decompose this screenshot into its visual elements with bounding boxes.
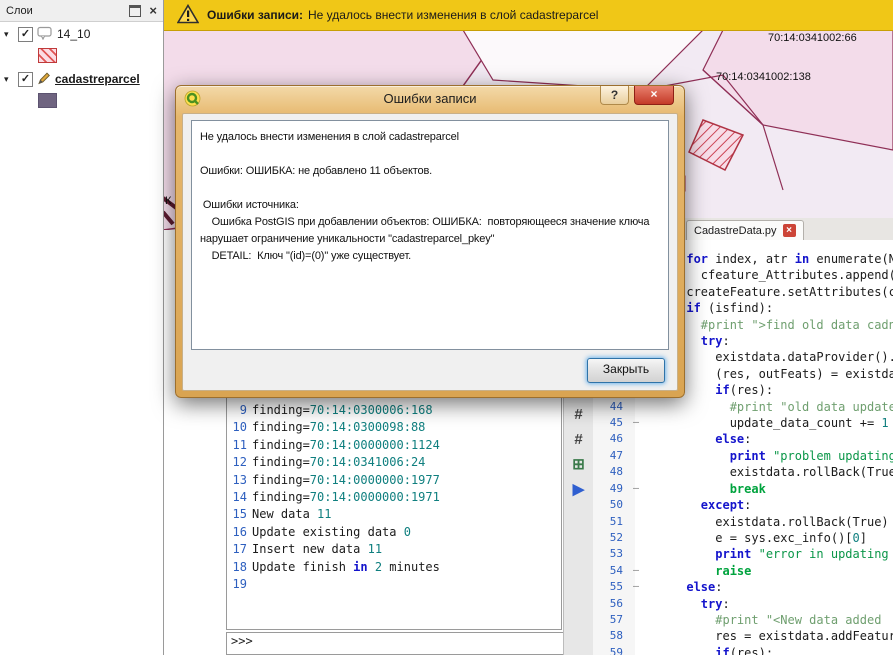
code-line: 48 existdata.rollBack(True) — [593, 464, 893, 480]
console-line: 13finding=70:14:0000000:1977 — [227, 472, 561, 489]
dialog-message: Не удалось внести изменения в слой cadas… — [191, 120, 669, 350]
message-bar-title: Ошибки записи: — [207, 8, 303, 22]
layers-panel-header: Слои × — [0, 0, 163, 22]
layers-panel-title: Слои — [6, 5, 129, 17]
console-line: 11finding=70:14:0000000:1124 — [227, 437, 561, 454]
code-line: 52 e = sys.exc_info()[0] — [593, 530, 893, 546]
uncomment-code-icon[interactable]: # — [568, 428, 590, 450]
layer-checkbox[interactable]: ✓ — [18, 72, 33, 87]
comment-code-icon[interactable]: # — [568, 403, 590, 425]
layer-item-cadastreparcel[interactable]: ▾ ✓ cadastreparcel — [0, 67, 163, 91]
annotation-layer-icon — [37, 26, 53, 43]
error-dialog: Ошибки записи ? × Не удалось внести изме… — [175, 85, 685, 398]
console-line: 18Update finish in 2 minutes — [227, 559, 561, 576]
editor-toolbar-icons: # # ⊞ ▶ — [564, 403, 593, 500]
tab-cadastredata-py[interactable]: CadastreData.py × — [686, 220, 804, 240]
map-label-parcel-66: 70:14:0341002:66 — [768, 32, 857, 44]
console-line: 15New data 11 — [227, 506, 561, 523]
close-button[interactable]: Закрыть — [587, 358, 665, 383]
undock-panel-icon[interactable] — [129, 5, 141, 17]
code-line: 55– else: — [593, 579, 893, 595]
code-line: 45– update_data_count += 1 — [593, 415, 893, 431]
dialog-help-button[interactable]: ? — [600, 86, 629, 105]
map-label-partial: К — [165, 195, 171, 207]
fill-symbol-swatch[interactable] — [38, 93, 57, 108]
code-line: 47 print "problem updating d — [593, 448, 893, 464]
code-line: 57 #print "<New data added — [593, 612, 893, 628]
console-line: 19 — [227, 576, 561, 593]
console-line: 14finding=70:14:0000000:1971 — [227, 489, 561, 506]
tab-close-icon[interactable]: × — [783, 224, 796, 237]
layer-label[interactable]: 14_10 — [57, 27, 90, 41]
console-line: 10finding=70:14:0300098:88 — [227, 419, 561, 436]
console-line: 17Insert new data 11 — [227, 541, 561, 558]
code-line: 54– raise — [593, 563, 893, 579]
warning-message-bar: Ошибки записи: Не удалось внести изменен… — [163, 0, 893, 31]
code-line: 51 existdata.rollBack(True) — [593, 514, 893, 530]
code-line: 46 else: — [593, 431, 893, 447]
code-line: 53 print "error in updating — [593, 546, 893, 562]
code-line: 56 try: — [593, 596, 893, 612]
console-line: 16Update existing data 0 — [227, 524, 561, 541]
run-script-icon[interactable]: ▶ — [568, 478, 590, 500]
editing-pencil-icon — [37, 71, 51, 88]
qgis-window: 70:14:0341002:66 70:14:0341002:138 К Оши… — [0, 0, 893, 655]
console-line: 12finding=70:14:0341006:24 — [227, 454, 561, 471]
close-panel-icon[interactable]: × — [149, 6, 157, 16]
tab-label: CadastreData.py — [694, 225, 777, 237]
code-line: 59 if(res): — [593, 645, 893, 655]
expand-arrow-icon[interactable]: ▾ — [4, 74, 14, 85]
message-bar-text: Не удалось внести изменения в слой cadas… — [308, 8, 598, 22]
layer-item-14-10[interactable]: ▾ ✓ 14_10 — [0, 22, 163, 46]
code-line: 49– break — [593, 481, 893, 497]
hatched-symbol-swatch[interactable] — [38, 48, 57, 63]
warning-icon — [177, 4, 199, 27]
console-input[interactable]: >>> — [226, 632, 570, 655]
layer-symbology-row — [0, 91, 163, 112]
code-line: 58 res = existdata.addFeature( — [593, 628, 893, 644]
layers-panel: Слои × ▾ ✓ 14_10 ▾ ✓ cadastreparcel — [0, 0, 164, 655]
code-line: 50 except: — [593, 497, 893, 513]
code-line: 44 #print "old data updated. c — [593, 399, 893, 415]
layer-label[interactable]: cadastreparcel — [55, 72, 140, 86]
layer-checkbox[interactable]: ✓ — [18, 27, 33, 42]
class-browser-icon[interactable]: ⊞ — [568, 453, 590, 475]
dialog-body: Не удалось внести изменения в слой cadas… — [182, 113, 678, 391]
map-label-parcel-138: 70:14:0341002:138 — [716, 71, 811, 83]
layer-symbology-row — [0, 46, 163, 67]
console-lines: 9finding=70:14:0300006:16810finding=70:1… — [227, 402, 561, 593]
console-line: 9finding=70:14:0300006:168 — [227, 402, 561, 419]
expand-arrow-icon[interactable]: ▾ — [4, 29, 14, 40]
dialog-close-button[interactable]: × — [634, 86, 674, 105]
